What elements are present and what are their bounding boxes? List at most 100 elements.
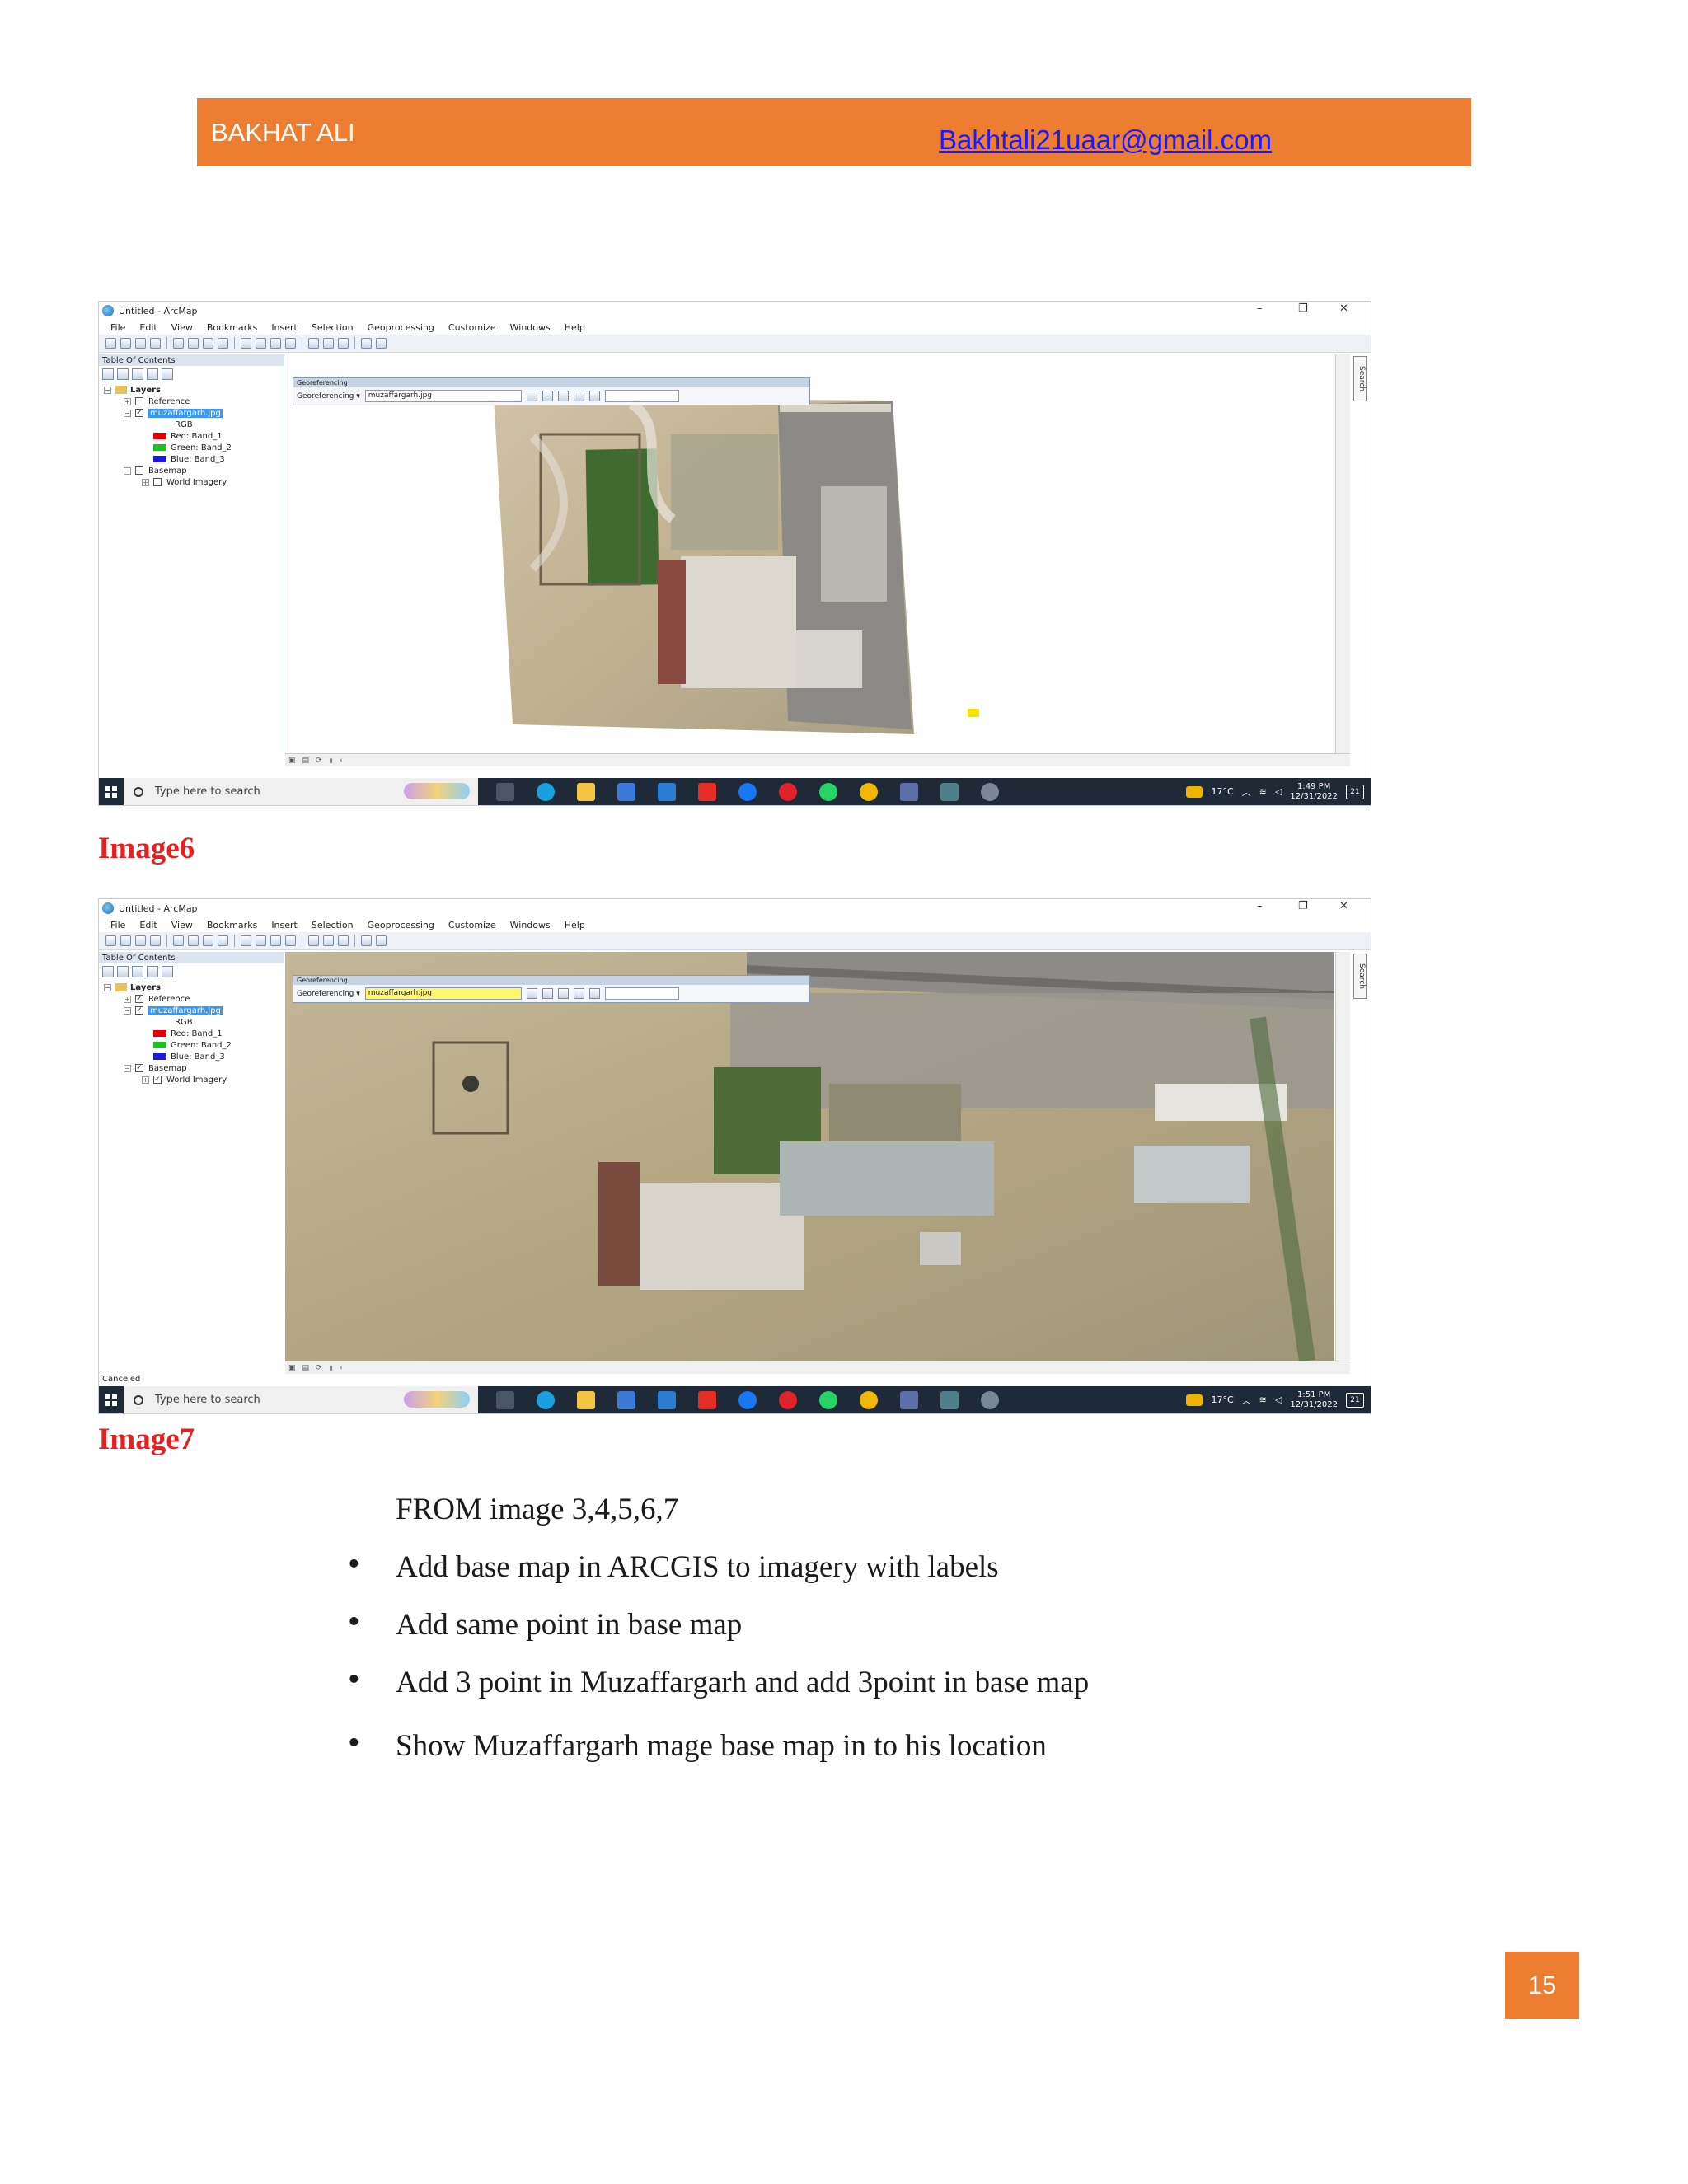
add-control-points-icon[interactable] — [557, 988, 569, 999]
reference-checkbox[interactable]: ✓ — [135, 995, 143, 1003]
toc-options-icon[interactable] — [162, 966, 173, 977]
pause-icon[interactable]: ॥ — [329, 1362, 333, 1373]
forward-extent-icon[interactable] — [218, 338, 228, 349]
arcmap-taskbar-icon[interactable] — [940, 782, 959, 801]
start-button[interactable] — [99, 1386, 124, 1413]
temperature[interactable]: 17°C — [1211, 786, 1233, 797]
back-extent-icon[interactable] — [203, 338, 213, 349]
zoom-out-icon[interactable] — [120, 935, 131, 946]
menu-windows[interactable]: Windows — [510, 920, 551, 930]
edge-icon[interactable] — [537, 782, 555, 801]
toc-layers-row[interactable]: − Layers — [104, 982, 161, 993]
task-view-icon[interactable] — [496, 1390, 514, 1409]
expand-icon[interactable]: + — [124, 995, 131, 1003]
collapse-icon[interactable]: − — [124, 1064, 131, 1072]
network-app-icon[interactable] — [981, 782, 999, 801]
collapse-icon[interactable]: − — [124, 409, 131, 417]
clear-selection-icon[interactable] — [256, 338, 266, 349]
viewer-icon[interactable] — [588, 988, 600, 999]
fixed-zoom-out-icon[interactable] — [188, 338, 199, 349]
menu-bookmarks[interactable]: Bookmarks — [207, 322, 257, 333]
toc-world-imagery-row[interactable]: + World Imagery — [142, 476, 227, 488]
menu-view[interactable]: View — [171, 920, 193, 930]
reference-checkbox[interactable] — [135, 397, 143, 405]
time-slider-icon[interactable] — [361, 935, 372, 946]
file-explorer-icon[interactable] — [577, 1390, 595, 1409]
mail-icon[interactable] — [658, 782, 676, 801]
zoom-in-icon[interactable] — [106, 338, 116, 349]
toc-image-layer-row[interactable]: − ✓ muzaffargarh.jpg — [124, 407, 223, 419]
horizontal-scrollbar[interactable]: ▣ ▤ ⟳ ॥ ‹ — [285, 1361, 1350, 1374]
list-by-selection-icon[interactable] — [147, 966, 158, 977]
collapse-icon[interactable]: − — [104, 386, 111, 394]
expand-icon[interactable]: + — [142, 478, 149, 486]
taskbar-search-box[interactable]: Type here to search — [124, 778, 478, 805]
toc-reference-row[interactable]: + Reference — [124, 396, 190, 407]
georeferencing-menu[interactable]: Georeferencing ▾ — [297, 392, 360, 401]
collapse-icon[interactable]: − — [104, 983, 111, 991]
shift-icon[interactable] — [542, 988, 553, 999]
georeferencing-menu[interactable]: Georeferencing ▾ — [297, 990, 360, 998]
view-link-table-icon[interactable] — [573, 391, 584, 401]
app-icon[interactable] — [900, 1390, 918, 1409]
viewer-icon[interactable] — [588, 391, 600, 401]
clear-selection-icon[interactable] — [256, 935, 266, 946]
menu-selection[interactable]: Selection — [312, 322, 354, 333]
search-side-tab[interactable]: Search — [1353, 356, 1367, 401]
toc-reference-row[interactable]: + ✓ Reference — [124, 993, 190, 1005]
vertical-scrollbar[interactable] — [1335, 952, 1350, 1361]
list-by-source-icon[interactable] — [117, 368, 129, 380]
view-link-table-icon[interactable] — [573, 988, 584, 999]
toc-image-layer-label[interactable]: muzaffargarh.jpg — [148, 408, 223, 418]
close-icon[interactable]: ✕ — [1339, 302, 1348, 315]
mail-icon[interactable] — [658, 1390, 676, 1409]
list-by-drawing-order-icon[interactable] — [102, 368, 114, 380]
full-extent-icon[interactable] — [150, 935, 161, 946]
find-icon[interactable] — [308, 338, 319, 349]
menu-file[interactable]: File — [110, 920, 125, 930]
fixed-zoom-in-icon[interactable] — [173, 338, 184, 349]
map-view[interactable] — [285, 354, 1334, 753]
clock[interactable]: 1:51 PM 12/31/2022 — [1290, 1390, 1338, 1410]
world-imagery-checkbox[interactable] — [153, 478, 162, 486]
scroll-left-icon[interactable]: ‹ — [340, 1364, 343, 1372]
weather-icon[interactable] — [1186, 1394, 1203, 1406]
toc-basemap-row[interactable]: − Basemap — [124, 465, 187, 476]
weather-icon[interactable] — [1186, 785, 1203, 798]
task-view-icon[interactable] — [496, 782, 514, 801]
opera-icon[interactable] — [779, 782, 797, 801]
speaker-icon[interactable]: ◁ — [1275, 786, 1282, 797]
georef-layer-select[interactable]: muzaffargarh.jpg — [364, 390, 522, 402]
close-icon[interactable]: ✕ — [1339, 900, 1348, 912]
vertical-scrollbar[interactable] — [1335, 354, 1350, 753]
minimize-icon[interactable]: – — [1257, 302, 1263, 315]
refresh-icon[interactable]: ⟳ — [316, 1364, 322, 1372]
pan-icon[interactable] — [135, 338, 146, 349]
wifi-icon[interactable]: ≋ — [1259, 786, 1267, 797]
list-by-visibility-icon[interactable] — [132, 368, 143, 380]
toc-world-imagery-row[interactable]: + ✓ World Imagery — [142, 1074, 227, 1085]
menu-selection[interactable]: Selection — [312, 920, 354, 930]
menu-edit[interactable]: Edit — [139, 322, 157, 333]
whatsapp-icon[interactable] — [819, 782, 837, 801]
menu-view[interactable]: View — [171, 322, 193, 333]
chrome-icon[interactable] — [860, 782, 878, 801]
collapse-icon[interactable]: − — [124, 466, 131, 475]
forward-extent-icon[interactable] — [218, 935, 228, 946]
image-layer-checkbox[interactable]: ✓ — [135, 1006, 143, 1015]
email-link[interactable]: Bakhtali21uaar@gmail.com — [939, 124, 1272, 156]
data-view-icon[interactable]: ▣ — [288, 757, 296, 765]
list-by-selection-icon[interactable] — [147, 368, 158, 380]
store-icon[interactable] — [617, 1390, 635, 1409]
toc-image-layer-label[interactable]: muzaffargarh.jpg — [148, 1005, 223, 1015]
start-button[interactable] — [99, 778, 124, 805]
identify-icon[interactable] — [285, 338, 296, 349]
create-viewer-icon[interactable] — [376, 935, 387, 946]
rotate-icon[interactable] — [526, 391, 537, 401]
pan-icon[interactable] — [135, 935, 146, 946]
menu-insert[interactable]: Insert — [271, 322, 298, 333]
network-app-icon[interactable] — [981, 1390, 999, 1409]
layout-view-icon[interactable]: ▤ — [302, 757, 310, 765]
search-side-tab[interactable]: Search — [1353, 954, 1367, 999]
back-extent-icon[interactable] — [203, 935, 213, 946]
